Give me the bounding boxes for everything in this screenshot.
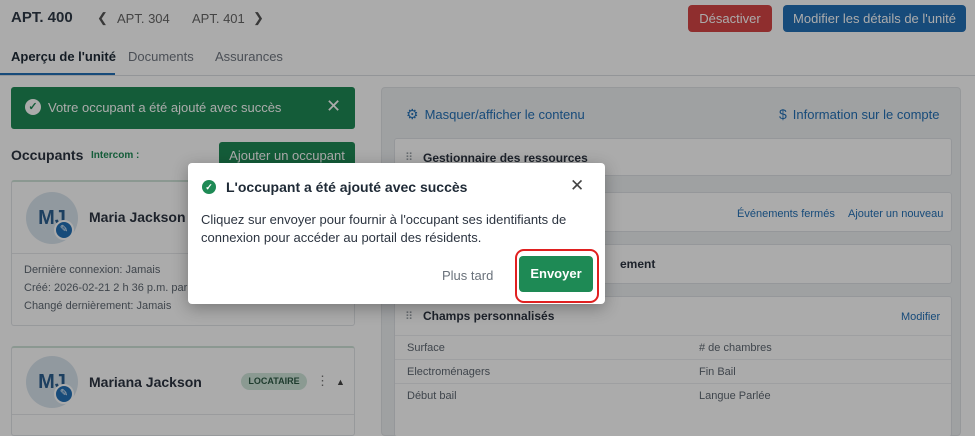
occupant-added-dialog: ✓ L'occupant a été ajouté avec succès ✕ … bbox=[188, 163, 605, 304]
close-icon[interactable]: ✕ bbox=[570, 176, 584, 196]
dialog-title: L'occupant a été ajouté avec succès bbox=[226, 179, 468, 195]
send-button[interactable]: Envoyer bbox=[519, 256, 593, 292]
check-circle-icon: ✓ bbox=[202, 180, 216, 194]
dialog-body: Cliquez sur envoyer pour fournir à l'occ… bbox=[201, 212, 567, 245]
later-button[interactable]: Plus tard bbox=[442, 268, 493, 283]
